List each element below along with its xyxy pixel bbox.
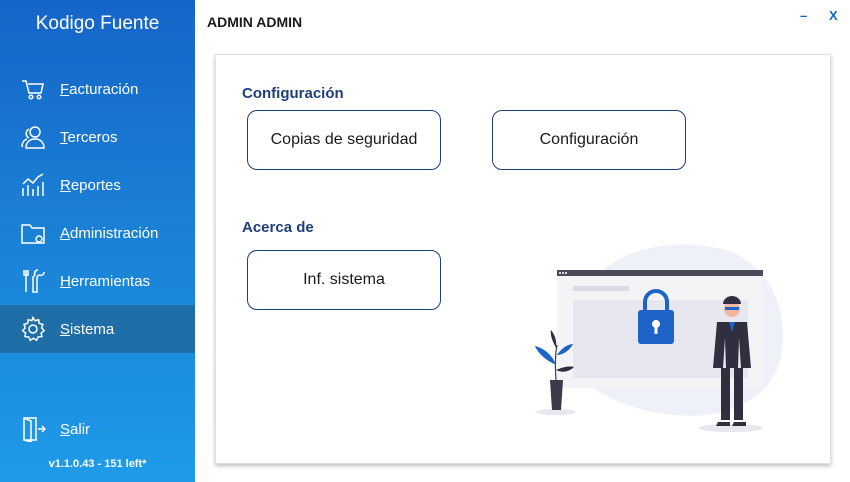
users-icon — [20, 124, 46, 150]
exit-button[interactable]: Salir — [0, 405, 195, 453]
sidebar-item-label: Herramientas — [60, 272, 151, 290]
folder-icon — [20, 220, 46, 246]
sidebar-item-facturacion[interactable]: Facturación — [0, 65, 195, 113]
section-title-configuracion: Configuración — [242, 85, 344, 102]
sidebar-item-label: Facturación — [60, 80, 139, 98]
version-label: v1.1.0.43 - 151 left* — [48, 458, 147, 470]
sidebar-item-sistema[interactable]: Sistema — [0, 305, 195, 353]
sidebar-item-terceros[interactable]: Terceros — [0, 113, 195, 161]
sidebar-item-reportes[interactable]: Reportes — [0, 161, 195, 209]
sidebar-item-label: Terceros — [60, 128, 118, 146]
section-title-acerca-de: Acerca de — [242, 219, 314, 236]
sidebar-item-label: Reportes — [60, 176, 121, 194]
backup-button[interactable]: Copias de seguridad — [247, 110, 441, 170]
page-title: ADMIN ADMIN — [207, 14, 303, 30]
chart-icon — [20, 172, 46, 198]
app-title: Kodigo Fuente — [35, 13, 160, 34]
sidebar-item-administracion[interactable]: Administración — [0, 209, 195, 257]
system-info-button[interactable]: Inf. sistema — [247, 250, 441, 310]
security-illustration — [535, 244, 783, 432]
exit-door-icon — [20, 416, 46, 442]
configuration-button[interactable]: Configuración — [492, 110, 686, 170]
tools-icon — [20, 268, 46, 294]
sidebar: Kodigo Fuente Facturación Terceros Repor… — [0, 0, 195, 482]
exit-label: Salir — [60, 420, 91, 438]
close-button[interactable]: X — [829, 8, 838, 23]
sidebar-item-label: Administración — [60, 224, 159, 242]
sidebar-item-herramientas[interactable]: Herramientas — [0, 257, 195, 305]
minimize-button[interactable]: – — [800, 8, 807, 23]
cart-icon — [20, 76, 46, 102]
gear-icon — [20, 316, 46, 342]
sidebar-item-label: Sistema — [60, 320, 115, 338]
